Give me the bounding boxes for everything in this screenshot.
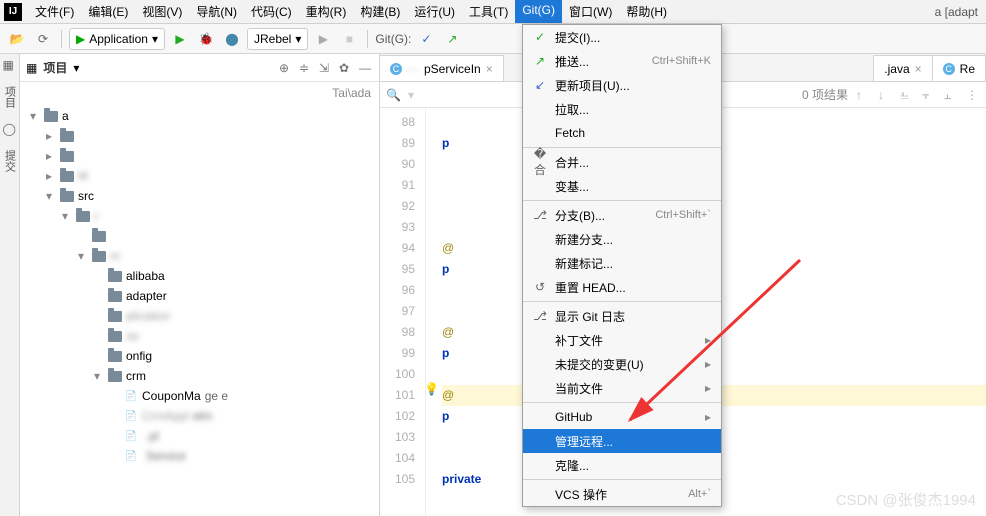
- git-toolbar-label: Git(G):: [375, 32, 411, 46]
- menu-item[interactable]: 未提交的变更(U)▸: [523, 352, 721, 376]
- tree-row[interactable]: adapter: [26, 286, 379, 306]
- tree-row[interactable]: [26, 226, 379, 246]
- tree-row[interactable]: onfig: [26, 346, 379, 366]
- tree-row[interactable]: 📄CouponMa ge e: [26, 386, 379, 406]
- tree-row[interactable]: alibaba: [26, 266, 379, 286]
- tree-row[interactable]: ▸: [26, 146, 379, 166]
- tree-row[interactable]: ▸M: [26, 166, 379, 186]
- tree-row[interactable]: 📄 .pl: [26, 426, 379, 446]
- menu-item[interactable]: 帮助(H): [619, 0, 674, 23]
- collapse-icon[interactable]: ≑: [299, 61, 313, 75]
- hide-icon[interactable]: —: [359, 61, 373, 75]
- main-toolbar: 📂 ⟳ ▶Application▾ ▶ 🐞 ⬤ JRebel▾ ▶ ■ Git(…: [0, 24, 986, 54]
- line-gutter: 8889909192939495969798991001011021031041…: [380, 108, 426, 516]
- jrebel-combo[interactable]: JRebel▾: [247, 28, 308, 50]
- ide-logo-icon: IJ: [4, 3, 22, 21]
- project-tree[interactable]: ▾a▸▸▸M▾src▾r▾malibabaadapterplicationseo…: [20, 104, 379, 516]
- editor-tab[interactable]: .java×: [873, 55, 932, 81]
- open-icon[interactable]: 📂: [6, 28, 28, 50]
- debug-bug-icon[interactable]: 🐞: [195, 28, 217, 50]
- menu-item[interactable]: GitHub▸: [523, 405, 721, 429]
- close-icon[interactable]: ×: [915, 62, 922, 76]
- filter-icon[interactable]: ⎁: [900, 88, 914, 102]
- menu-item[interactable]: 窗口(W): [562, 0, 619, 23]
- project-tab-label[interactable]: 项目: [2, 86, 18, 108]
- debug-icon[interactable]: ⬤: [221, 28, 243, 50]
- watermark: CSDN @张俊杰1994: [836, 489, 976, 510]
- menu-item[interactable]: 运行(U): [407, 0, 462, 23]
- tree-row[interactable]: ▸: [26, 126, 379, 146]
- menu-item[interactable]: 补丁文件▸: [523, 328, 721, 352]
- project-tab-icon[interactable]: ▦: [3, 58, 17, 72]
- menu-item[interactable]: 文件(F): [28, 0, 81, 23]
- window-title-tail: a [adapt: [935, 5, 986, 19]
- menu-item[interactable]: 管理远程...: [523, 429, 721, 453]
- editor-tab[interactable]: C···pServiceIn×: [380, 55, 504, 81]
- target-icon[interactable]: ⊕: [279, 61, 293, 75]
- left-gutter-tabs: ▦ 项目 ◯ 提交: [0, 54, 20, 516]
- vcs-update-icon[interactable]: ✓: [415, 28, 437, 50]
- filter2-icon[interactable]: ⫟: [922, 88, 936, 102]
- nav-down-icon[interactable]: ↓: [878, 88, 892, 102]
- menu-item[interactable]: 视图(V): [135, 0, 189, 23]
- tree-row[interactable]: se: [26, 326, 379, 346]
- project-combo-icon[interactable]: ▦: [26, 61, 37, 75]
- menu-item[interactable]: ✓提交(I)...: [523, 25, 721, 49]
- menu-item[interactable]: Git(G): [515, 0, 562, 23]
- nav-up-icon[interactable]: ↑: [856, 88, 870, 102]
- tree-row[interactable]: ▾crm: [26, 366, 379, 386]
- tree-row[interactable]: 📄CrmAppl elm: [26, 406, 379, 426]
- menu-item[interactable]: ↙更新项目(U)...: [523, 73, 721, 97]
- run-config-combo[interactable]: ▶Application▾: [69, 28, 165, 50]
- tree-row[interactable]: 📄 Service: [26, 446, 379, 466]
- tree-row[interactable]: ▾r: [26, 206, 379, 226]
- settings-icon[interactable]: ✿: [339, 61, 353, 75]
- menu-item[interactable]: Fetch: [523, 121, 721, 145]
- more2-icon[interactable]: ⋮: [966, 88, 980, 102]
- menu-item[interactable]: ↺重置 HEAD...: [523, 275, 721, 299]
- menu-item[interactable]: 新建标记...: [523, 251, 721, 275]
- menu-item[interactable]: 编辑(E): [81, 0, 135, 23]
- run-icon[interactable]: ▶: [169, 28, 191, 50]
- menu-item[interactable]: 重构(R): [299, 0, 354, 23]
- tree-row[interactable]: plication: [26, 306, 379, 326]
- menu-item[interactable]: 变基...: [523, 174, 721, 198]
- menu-item[interactable]: VCS 操作Alt+`: [523, 482, 721, 506]
- stop-icon[interactable]: ■: [338, 28, 360, 50]
- search-results: 0 项结果: [802, 86, 848, 103]
- tree-row[interactable]: ▾a: [26, 106, 379, 126]
- commit-tab-label[interactable]: 提交: [2, 150, 18, 172]
- intention-bulb-icon[interactable]: 💡: [424, 382, 439, 396]
- expand-icon[interactable]: ⇲: [319, 61, 333, 75]
- menu-item[interactable]: ⎇显示 Git 日志: [523, 304, 721, 328]
- vcs-push-icon[interactable]: ↗: [441, 28, 463, 50]
- tool-icon[interactable]: ▶: [312, 28, 334, 50]
- menu-item[interactable]: 当前文件▸: [523, 376, 721, 400]
- project-path: Tai\ada: [332, 86, 371, 100]
- close-icon[interactable]: ×: [486, 62, 493, 76]
- search-icon[interactable]: 🔍: [386, 88, 400, 102]
- commit-tab-icon[interactable]: ◯: [3, 122, 17, 136]
- tree-row[interactable]: ▾src: [26, 186, 379, 206]
- menu-item[interactable]: 工具(T): [462, 0, 515, 23]
- editor-tab[interactable]: CRe: [933, 55, 986, 81]
- menu-item[interactable]: 新建分支...: [523, 227, 721, 251]
- menu-item[interactable]: ⎇分支(B)...Ctrl+Shift+`: [523, 203, 721, 227]
- refresh-icon[interactable]: ⟳: [32, 28, 54, 50]
- more-icon[interactable]: ⫠: [944, 88, 958, 102]
- tree-row[interactable]: ▾m: [26, 246, 379, 266]
- project-title: 项目: [43, 59, 67, 76]
- git-menu-popup: ✓提交(I)...↗推送...Ctrl+Shift+K↙更新项目(U)...拉取…: [522, 24, 722, 507]
- project-sidebar: ▦ 项目 ▾ ⊕ ≑ ⇲ ✿ — Tai\ada ▾a▸▸▸M▾src▾r▾ma…: [20, 54, 380, 516]
- menu-item[interactable]: 克隆...: [523, 453, 721, 477]
- menu-item[interactable]: ↗推送...Ctrl+Shift+K: [523, 49, 721, 73]
- menubar: IJ 文件(F)编辑(E)视图(V)导航(N)代码(C)重构(R)构建(B)运行…: [0, 0, 986, 24]
- menu-item[interactable]: 代码(C): [244, 0, 299, 23]
- menu-item[interactable]: 拉取...: [523, 97, 721, 121]
- menu-item[interactable]: 导航(N): [189, 0, 244, 23]
- menu-item[interactable]: �合合并...: [523, 150, 721, 174]
- menu-item[interactable]: 构建(B): [353, 0, 407, 23]
